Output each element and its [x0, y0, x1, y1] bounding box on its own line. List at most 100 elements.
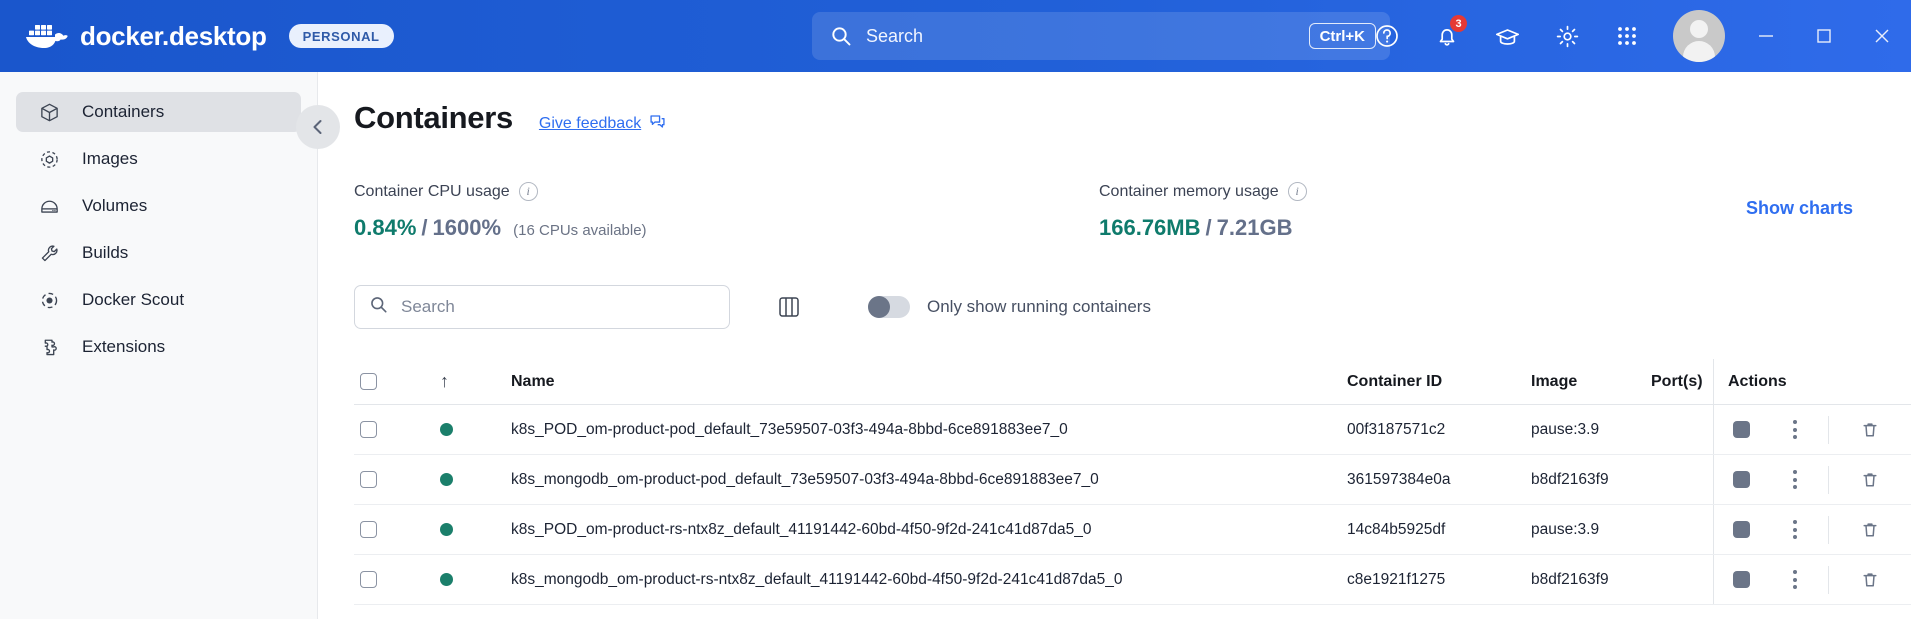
- header-name[interactable]: Name: [511, 373, 1347, 391]
- sidebar-item-containers[interactable]: Containers: [16, 92, 301, 132]
- cpu-total: 1600%: [432, 215, 502, 240]
- table-controls: Search Only show running containers: [354, 285, 1911, 329]
- stop-button[interactable]: [1714, 571, 1768, 588]
- only-running-toggle[interactable]: Only show running containers: [868, 296, 1151, 318]
- collapse-sidebar-button[interactable]: [296, 105, 340, 149]
- row-name: k8s_POD_om-product-pod_default_73e59507-…: [511, 420, 1068, 438]
- sort-cell[interactable]: ↑: [414, 371, 511, 392]
- memory-separator: /: [1205, 215, 1212, 240]
- row-actions: [1713, 555, 1911, 604]
- table-row[interactable]: k8s_POD_om-product-rs-ntx8z_default_4119…: [354, 505, 1911, 555]
- sidebar-item-label: Extensions: [82, 337, 166, 356]
- volumes-icon: [38, 195, 60, 217]
- info-icon[interactable]: i: [1287, 182, 1307, 201]
- sidebar-item-volumes[interactable]: Volumes: [16, 186, 301, 226]
- delete-button[interactable]: [1843, 570, 1897, 590]
- row-actions: [1713, 505, 1911, 554]
- titlebar-actions: 3: [1357, 0, 1911, 72]
- title-bar: docker.desktop PERSONAL Search Ctrl+K 3: [0, 0, 1911, 72]
- header-ports[interactable]: Port(s): [1651, 373, 1713, 391]
- container-search-placeholder: Search: [401, 297, 455, 316]
- delete-button[interactable]: [1843, 470, 1897, 490]
- stop-button[interactable]: [1714, 471, 1768, 488]
- info-icon[interactable]: i: [518, 182, 538, 201]
- page-title: Containers: [354, 100, 513, 135]
- table-row[interactable]: k8s_mongodb_om-product-pod_default_73e59…: [354, 455, 1911, 505]
- brand-logo: docker.desktop PERSONAL: [0, 20, 394, 52]
- header-actions-cell: Actions: [1713, 359, 1911, 404]
- row-image: b8df2163f9: [1531, 570, 1609, 588]
- avatar-head: [1690, 20, 1708, 38]
- stop-button[interactable]: [1714, 421, 1768, 438]
- sidebar-item-label: Builds: [82, 243, 129, 262]
- more-options-button[interactable]: [1768, 470, 1822, 489]
- help-icon[interactable]: [1364, 13, 1410, 59]
- close-icon[interactable]: [1853, 0, 1911, 72]
- only-running-label: Only show running containers: [927, 297, 1151, 316]
- gear-icon[interactable]: [1544, 13, 1590, 59]
- delete-button[interactable]: [1843, 520, 1897, 540]
- row-select-cell: [354, 471, 414, 488]
- actions-divider: [1828, 465, 1829, 494]
- columns-icon[interactable]: [772, 290, 806, 324]
- row-actions: [1713, 455, 1911, 504]
- resource-stats: Container CPU usage i 0.84%/1600% (16 CP…: [354, 182, 1911, 241]
- show-charts-button[interactable]: Show charts: [1746, 198, 1853, 219]
- table-header-row: ↑ Name Container ID Image Port(s) Action…: [354, 359, 1911, 405]
- sort-arrow-icon: ↑: [440, 371, 449, 391]
- memory-total: 7.21GB: [1216, 215, 1293, 240]
- delete-button[interactable]: [1843, 420, 1897, 440]
- table-row[interactable]: k8s_POD_om-product-pod_default_73e59507-…: [354, 405, 1911, 455]
- stop-icon: [1732, 571, 1750, 588]
- row-checkbox[interactable]: [360, 471, 377, 488]
- status-badge: [440, 423, 453, 436]
- row-checkbox[interactable]: [360, 571, 377, 588]
- stop-button[interactable]: [1714, 521, 1768, 538]
- grid-apps-icon[interactable]: [1604, 13, 1650, 59]
- sidebar-item-extensions[interactable]: Extensions: [16, 327, 301, 367]
- row-name: k8s_POD_om-product-rs-ntx8z_default_4119…: [511, 520, 1092, 538]
- notification-count-badge: 3: [1450, 15, 1467, 32]
- row-checkbox[interactable]: [360, 521, 377, 538]
- minimize-icon[interactable]: [1737, 0, 1795, 72]
- sidebar-item-builds[interactable]: Builds: [16, 233, 301, 273]
- header-image[interactable]: Image: [1531, 373, 1651, 391]
- give-feedback-label: Give feedback: [538, 115, 642, 132]
- actions-divider: [1828, 565, 1829, 594]
- sidebar-item-docker-scout[interactable]: Docker Scout: [16, 280, 301, 320]
- global-search-bar[interactable]: Search Ctrl+K: [812, 12, 1390, 60]
- graduation-cap-icon[interactable]: [1484, 13, 1530, 59]
- maximize-icon[interactable]: [1795, 0, 1853, 72]
- more-options-button[interactable]: [1768, 420, 1822, 439]
- more-options-button[interactable]: [1768, 520, 1822, 539]
- header-container-id[interactable]: Container ID: [1347, 373, 1531, 391]
- notifications-bell-icon[interactable]: 3: [1424, 13, 1470, 59]
- avatar[interactable]: [1673, 10, 1725, 62]
- toggle-track[interactable]: [868, 296, 910, 318]
- row-container-id: 00f3187571c2: [1347, 420, 1446, 438]
- cpu-separator: /: [421, 215, 428, 240]
- give-feedback-link[interactable]: Give feedback: [539, 113, 666, 135]
- cpu-used: 0.84%: [354, 215, 417, 240]
- status-badge: [440, 523, 453, 536]
- memory-usage-label-row: Container memory usage i: [1099, 182, 1844, 201]
- container-search-input[interactable]: Search: [354, 285, 730, 329]
- table-row[interactable]: k8s_mongodb_om-product-rs-ntx8z_default_…: [354, 555, 1911, 605]
- select-all-checkbox[interactable]: [360, 373, 377, 390]
- row-name: k8s_mongodb_om-product-rs-ntx8z_default_…: [511, 570, 1123, 588]
- page-header: Containers Give feedback: [354, 72, 1911, 136]
- cpu-note: (16 CPUs available): [513, 222, 647, 239]
- row-select-cell: [354, 421, 414, 438]
- more-options-button[interactable]: [1768, 570, 1822, 589]
- search-icon: [369, 295, 388, 319]
- external-feedback-icon: [649, 113, 666, 135]
- sidebar-item-images[interactable]: Images: [16, 139, 301, 179]
- memory-used: 166.76MB: [1099, 215, 1201, 240]
- row-checkbox[interactable]: [360, 421, 377, 438]
- kebab-icon: [1793, 570, 1797, 589]
- header-actions: Actions: [1728, 372, 1787, 390]
- row-container-id: 361597384e0a: [1347, 470, 1451, 488]
- row-container-id: c8e1921f1275: [1347, 570, 1446, 588]
- puzzle-icon: [38, 336, 60, 358]
- sidebar-item-label: Containers: [82, 102, 165, 121]
